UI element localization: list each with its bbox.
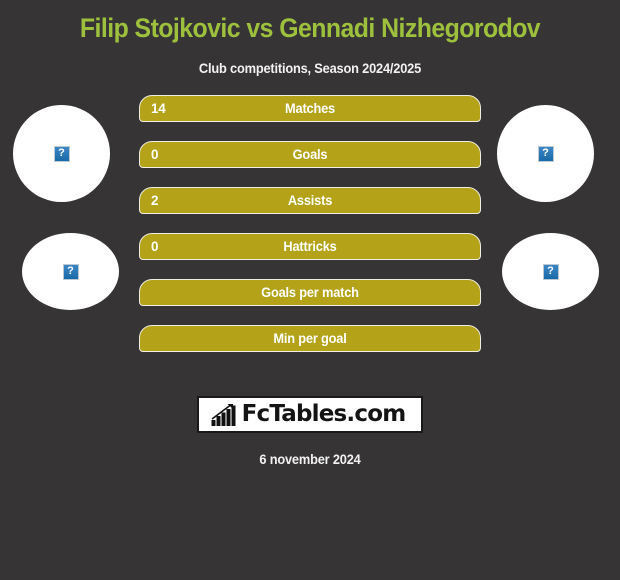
page-title: Filip Stojkovic vs Gennadi Nizhegorodov (79, 13, 541, 43)
home-club-logo: ? (22, 233, 119, 310)
subtitle: Club competitions, Season 2024/2025 (198, 61, 422, 76)
bar-chart-growth-icon (211, 403, 236, 426)
stat-bar-list: 14 Matches 0 Goals 2 Assists 0 Hattricks… (139, 95, 481, 371)
home-player-photo: ? (13, 105, 110, 202)
fctables-logo[interactable]: FcTables.com (196, 396, 424, 433)
away-club-logo: ? (502, 233, 599, 310)
broken-image-icon: ? (537, 145, 554, 162)
stat-label: Hattricks (283, 239, 337, 254)
broken-image-icon: ? (62, 263, 79, 280)
comparison-stage: ? ? ? ? 14 Matches 0 Goals 2 Assists 0 H… (0, 95, 620, 395)
stat-label: Min per goal (273, 331, 347, 346)
stat-row: Min per goal (139, 325, 481, 352)
stat-row: 0 Hattricks (139, 233, 481, 260)
stat-label: Assists (287, 193, 333, 208)
stat-row: 2 Assists (139, 187, 481, 214)
stat-row: 0 Goals (139, 141, 481, 168)
stat-label: Goals per match (261, 285, 359, 300)
stat-label: Matches (285, 101, 335, 116)
header: Filip Stojkovic vs Gennadi Nizhegorodov … (0, 0, 620, 76)
stat-row: 14 Matches (139, 95, 481, 122)
footer: FcTables.com 6 november 2024 (0, 396, 620, 467)
logo-text: FcTables.com (241, 401, 407, 427)
away-player-photo: ? (497, 105, 594, 202)
stat-row: Goals per match (139, 279, 481, 306)
broken-image-icon: ? (53, 145, 70, 162)
broken-image-icon: ? (542, 263, 559, 280)
date-text: 6 november 2024 (259, 452, 361, 467)
stat-label: Goals (292, 147, 328, 162)
